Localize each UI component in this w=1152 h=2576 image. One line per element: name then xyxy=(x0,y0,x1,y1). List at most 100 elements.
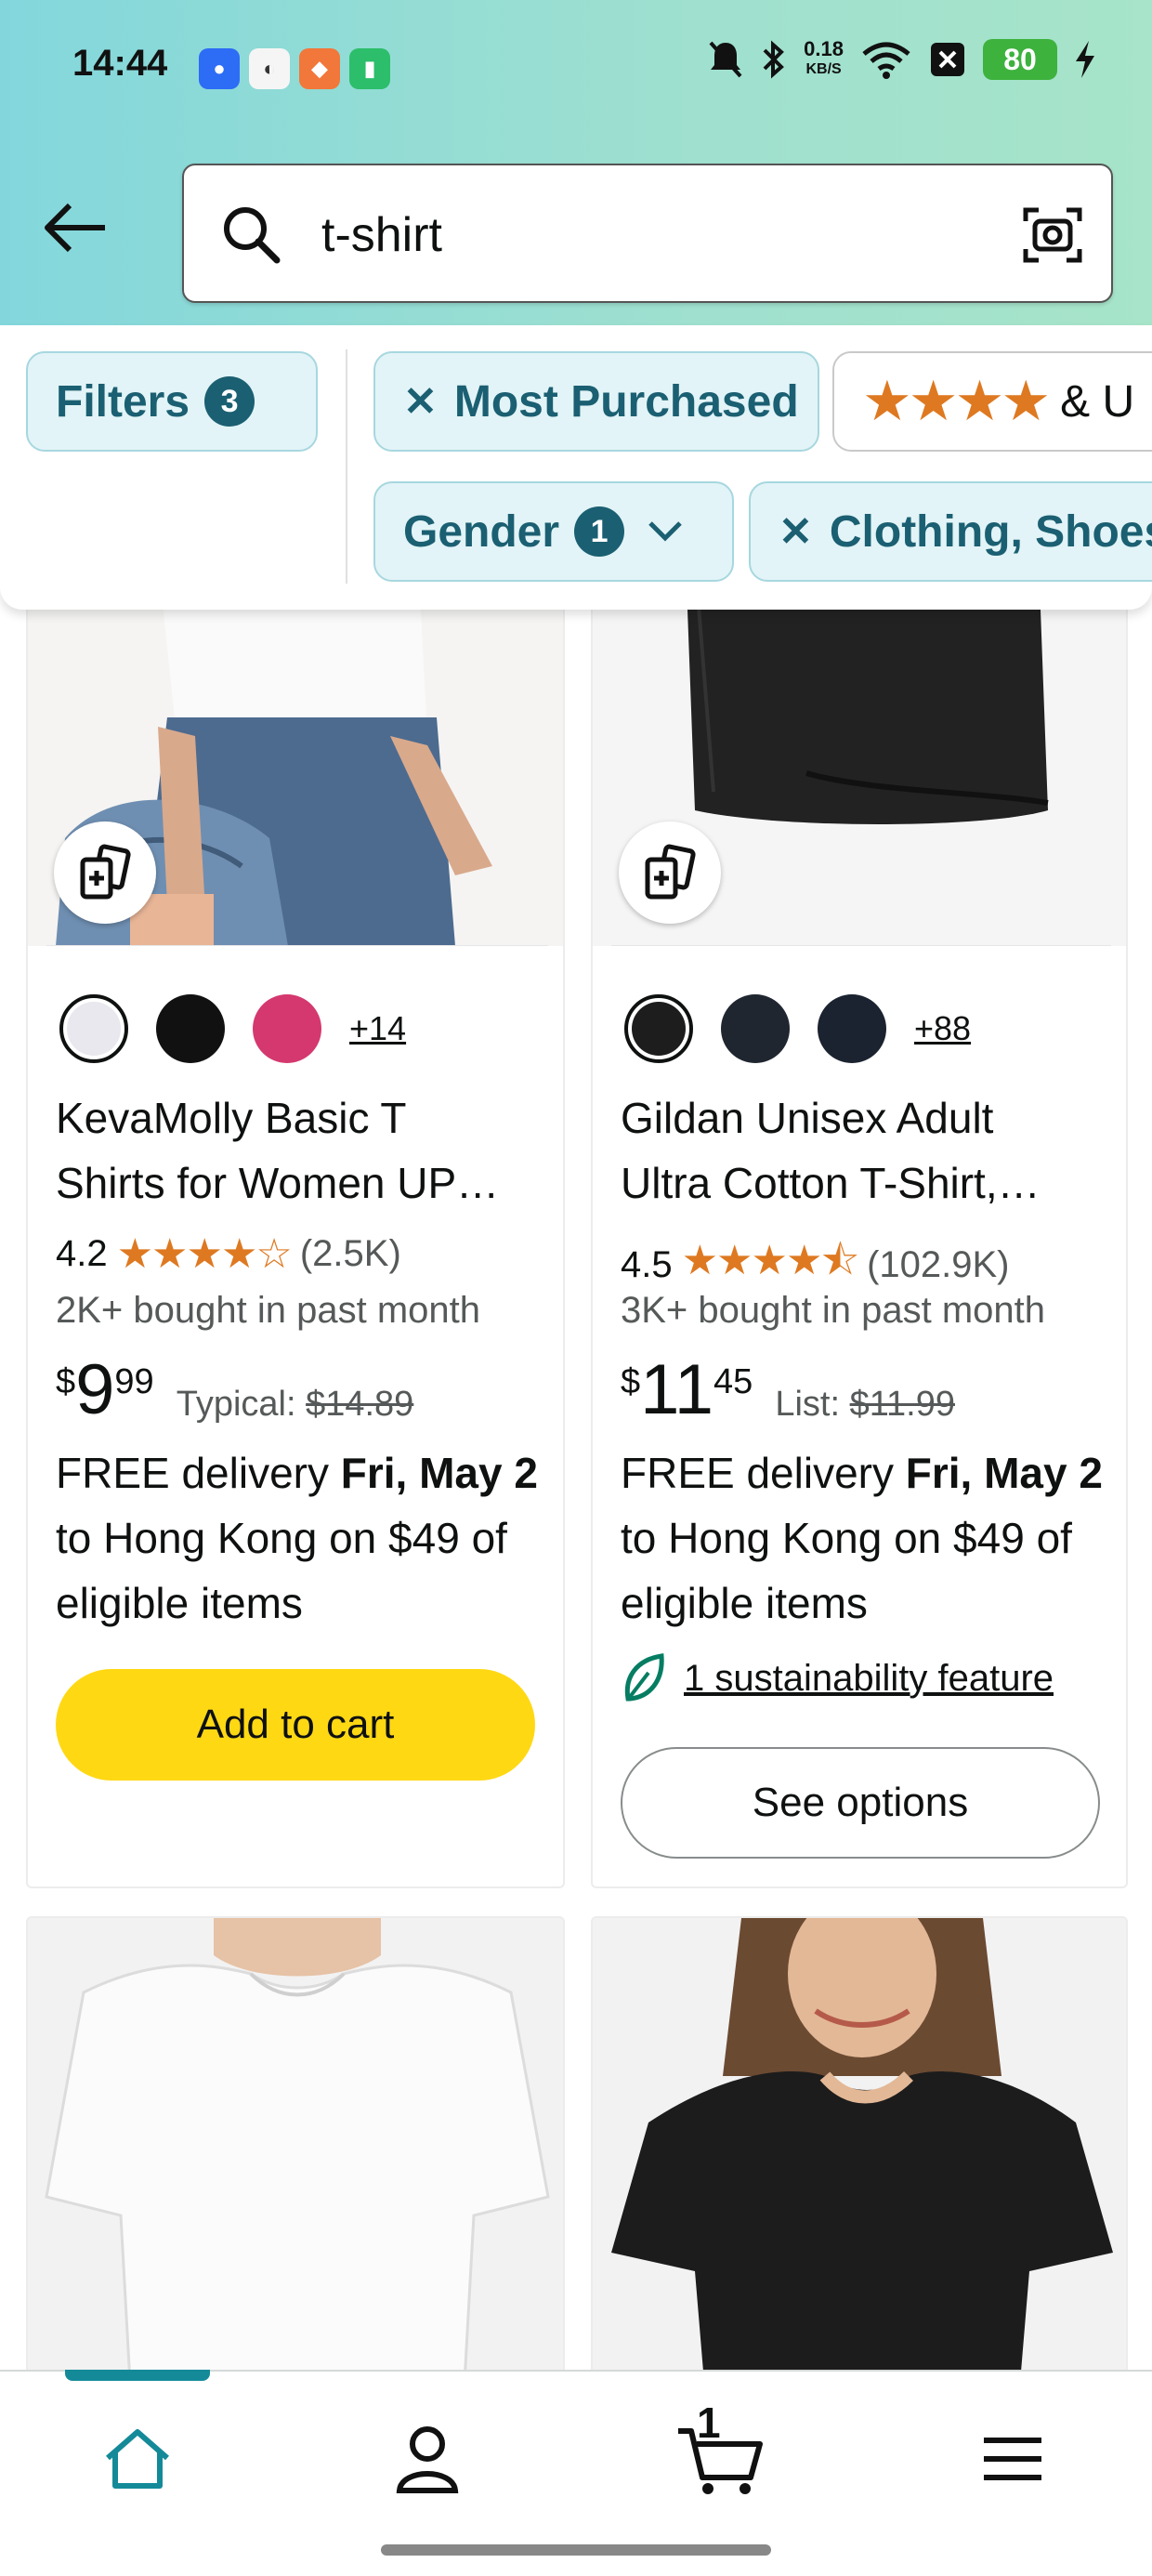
nav-home[interactable] xyxy=(82,2412,193,2505)
cart-count-badge: 1 xyxy=(697,2399,721,2447)
bottom-navigation: 1 xyxy=(0,2370,1152,2576)
status-right: 0.18 KB/S 80 xyxy=(707,39,1096,80)
clothing-label: Clothing, Shoes xyxy=(829,506,1152,557)
app-notification-icon: ● xyxy=(199,48,240,89)
product-image[interactable] xyxy=(593,559,1126,946)
search-icon[interactable] xyxy=(221,204,282,266)
status-time: 14:44 xyxy=(72,43,168,84)
color-swatch[interactable] xyxy=(59,994,128,1063)
filter-bar: Filters 3 ✕ Most Purchased ★★★★ & U Gend… xyxy=(0,325,1152,610)
price-whole: 11 xyxy=(640,1350,714,1429)
app-notification-icon: ▮ xyxy=(349,48,390,89)
delivery-suffix: to Hong Kong on $49 of eligible items xyxy=(621,1514,1072,1627)
list-price: List: $11.99 xyxy=(775,1385,955,1425)
status-bar: 14:44 ● ◐ ◆ ▮ 0.18 KB/S 80 xyxy=(0,0,1152,139)
rating-value: 4.5 xyxy=(621,1244,673,1285)
gesture-navigation-bar[interactable] xyxy=(381,2544,771,2556)
price-currency: $ xyxy=(621,1362,641,1401)
charging-icon xyxy=(1076,41,1094,78)
leaf-icon xyxy=(624,1653,664,1702)
more-colors-link[interactable]: +14 xyxy=(349,1009,406,1048)
sustainability-link[interactable]: 1 sustainability feature xyxy=(621,1652,1054,1704)
bluetooth-icon xyxy=(763,40,785,79)
list-price-value: $11.99 xyxy=(849,1385,955,1424)
product-card[interactable]: +14 KevaMolly Basic T Shirts for Women U… xyxy=(26,558,565,1888)
rating-value: 4.2 xyxy=(56,1233,108,1274)
color-swatch[interactable] xyxy=(818,994,886,1063)
back-arrow-icon xyxy=(45,203,105,253)
network-speed: 0.18 KB/S xyxy=(804,39,844,80)
color-swatch[interactable] xyxy=(624,994,693,1063)
bought-in-past-month: 3K+ bought in past month xyxy=(621,1290,1045,1331)
filters-button[interactable]: Filters 3 xyxy=(26,351,318,452)
rating-suffix: & U xyxy=(1060,376,1135,427)
battery-indicator: 80 xyxy=(983,39,1057,80)
typical-price-value: $14.89 xyxy=(306,1385,414,1424)
rating-chip[interactable]: ★★★★ & U xyxy=(832,351,1152,452)
back-button[interactable] xyxy=(33,186,117,269)
chevron-down-icon xyxy=(648,521,682,542)
list-price-label: List: xyxy=(775,1385,841,1424)
gender-count-badge: 1 xyxy=(574,506,625,557)
color-swatch[interactable] xyxy=(156,994,225,1063)
compare-icon xyxy=(645,844,696,900)
product-card[interactable] xyxy=(26,1916,565,2381)
compare-button[interactable] xyxy=(619,821,721,924)
color-swatches: +14 xyxy=(59,994,406,1063)
typical-price: Typical: $14.89 xyxy=(177,1385,414,1425)
sim-x-icon xyxy=(931,43,964,76)
product-image[interactable] xyxy=(28,1918,563,2379)
chip-divider xyxy=(346,349,347,584)
color-swatches: +88 xyxy=(624,994,971,1063)
product-image[interactable] xyxy=(28,559,563,946)
most-purchased-chip[interactable]: ✕ Most Purchased xyxy=(373,351,819,452)
active-tab-indicator xyxy=(65,2370,210,2381)
product-card[interactable] xyxy=(591,1916,1128,2381)
nav-cart[interactable]: 1 xyxy=(665,2399,777,2505)
review-count: (2.5K) xyxy=(299,1233,401,1274)
delivery-info: FREE delivery Fri, May 2 to Hong Kong on… xyxy=(56,1440,557,1636)
header: 14:44 ● ◐ ◆ ▮ 0.18 KB/S 80 t-shirt xyxy=(0,0,1152,325)
notification-icons: ● ◐ ◆ ▮ xyxy=(199,48,390,89)
product-image[interactable] xyxy=(593,1918,1126,2379)
price: $ 11 45 List: $11.99 xyxy=(621,1355,955,1426)
wifi-icon xyxy=(862,42,910,79)
clothing-category-chip[interactable]: ✕ Clothing, Shoes xyxy=(749,481,1152,582)
price-fraction: 99 xyxy=(114,1362,154,1401)
nav-menu[interactable] xyxy=(957,2412,1068,2505)
app-notification-icon: ◆ xyxy=(299,48,340,89)
bought-in-past-month: 2K+ bought in past month xyxy=(56,1290,480,1331)
product-title-line1[interactable]: Gildan Unisex Adult xyxy=(621,1085,1104,1150)
delivery-date: Fri, May 2 xyxy=(905,1449,1103,1497)
camera-search-icon[interactable] xyxy=(1022,204,1083,266)
color-swatch[interactable] xyxy=(721,994,790,1063)
add-to-cart-button[interactable]: Add to cart xyxy=(56,1669,535,1781)
see-options-button[interactable]: See options xyxy=(621,1747,1100,1859)
app-notification-icon: ◐ xyxy=(249,48,290,89)
product-card[interactable]: +88 Gildan Unisex Adult Ultra Cotton T-S… xyxy=(591,558,1128,1888)
filters-label: Filters xyxy=(56,376,190,427)
filters-count-badge: 3 xyxy=(204,376,255,427)
mute-icon xyxy=(709,41,742,78)
four-stars-icon: ★★★★ xyxy=(862,370,1051,432)
color-swatch[interactable] xyxy=(253,994,321,1063)
product-title-line2[interactable]: Shirts for Women UP… xyxy=(56,1150,539,1216)
review-count: (102.9K) xyxy=(867,1244,1010,1285)
more-colors-link[interactable]: +88 xyxy=(914,1009,971,1048)
delivery-prefix: FREE delivery xyxy=(621,1449,906,1497)
gender-filter-chip[interactable]: Gender 1 xyxy=(373,481,734,582)
rating-row[interactable]: 4.2 ★★★★☆ (2.5K) xyxy=(56,1230,401,1278)
remove-icon: ✕ xyxy=(779,508,813,555)
compare-button[interactable] xyxy=(54,821,156,924)
sustainability-label: 1 sustainability feature xyxy=(684,1657,1054,1699)
product-photo-woman-black-tee xyxy=(593,1918,1126,2379)
search-input[interactable] xyxy=(320,203,970,268)
search-bar[interactable] xyxy=(182,164,1113,303)
product-title-line2[interactable]: Ultra Cotton T-Shirt,… xyxy=(621,1150,1104,1216)
nav-account[interactable] xyxy=(372,2412,483,2505)
price-currency: $ xyxy=(56,1362,76,1401)
product-title-line1[interactable]: KevaMolly Basic T xyxy=(56,1085,539,1150)
net-speed-unit: KB/S xyxy=(805,61,842,77)
price-fraction: 45 xyxy=(713,1362,753,1401)
delivery-prefix: FREE delivery xyxy=(56,1449,341,1497)
